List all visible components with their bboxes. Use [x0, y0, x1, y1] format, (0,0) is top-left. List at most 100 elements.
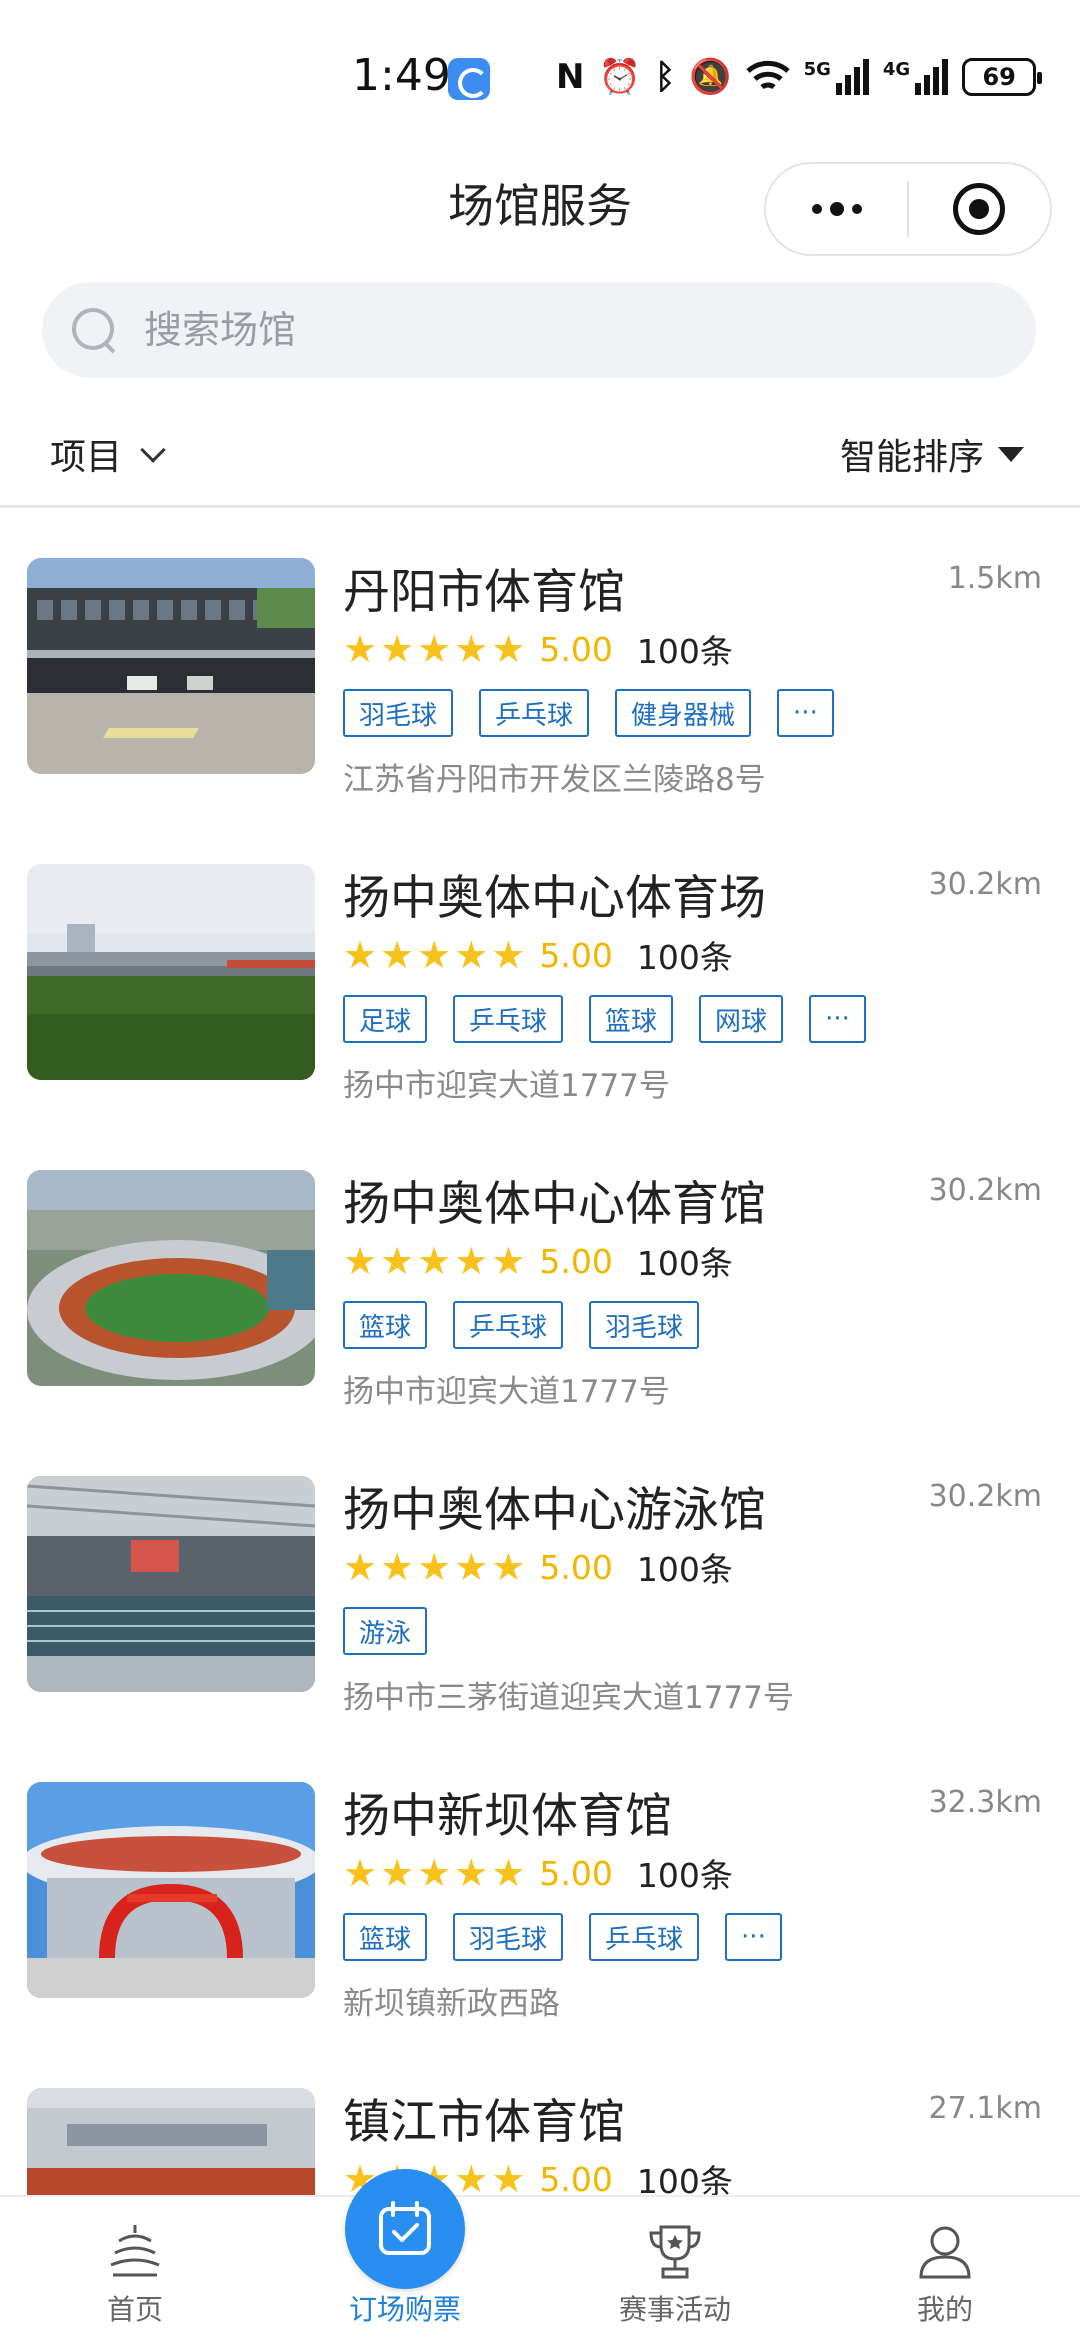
venue-card[interactable]: 镇江市体育馆 27.1km ★★★★★ 5.00 100条 [0, 2041, 1080, 2195]
venue-address: 江苏省丹阳市开发区兰陵路8号 [343, 762, 766, 798]
app-notification-icon [448, 58, 490, 100]
close-miniapp-button[interactable] [909, 164, 1050, 254]
venue-photo [27, 1782, 315, 1998]
venue-name: 扬中奥体中心体育馆 [343, 1177, 766, 1232]
venue-score: 5.00 [539, 935, 613, 975]
booking-fab[interactable] [345, 2169, 465, 2289]
star-icon: ★ [454, 933, 489, 977]
sport-tag: 乒乓球 [479, 689, 590, 737]
star-icon: ★ [454, 2157, 489, 2195]
venue-photo [27, 864, 315, 1080]
filter-bar: 项目 智能排序 [0, 408, 1080, 508]
rating-stars: ★★★★★ [343, 1242, 525, 1280]
venue-review-count: 100条 [636, 938, 733, 977]
venue-score: 5.00 [539, 2159, 613, 2196]
star-icon: ★ [454, 627, 489, 671]
rating-stars: ★★★★★ [343, 1854, 525, 1892]
rating-stars: ★★★★★ [343, 936, 525, 974]
venue-card[interactable]: 扬中奥体中心体育场 30.2km ★ ★ ★ ★ ★ 5.00 100条 足球 乒乓球 … [0, 817, 1080, 1123]
sort-dropdown[interactable]: 智能排序 [840, 428, 1024, 480]
venue-rating: ★★★★★ 5.00 100条 [343, 627, 733, 672]
tab-booking-label: 订场购票 [348, 2293, 461, 2326]
search-bar[interactable] [42, 282, 1036, 378]
project-filter-dropdown[interactable]: 项目 [50, 428, 166, 480]
more-tags-button[interactable]: ··· [777, 689, 834, 737]
sport-tag: 篮球 [343, 1301, 428, 1349]
star-icon: ★ [380, 1239, 415, 1283]
signal-5g-icon: 5G [804, 59, 869, 95]
pagoda-icon [110, 2225, 160, 2277]
venue-name: 扬中新坝体育馆 [343, 1789, 672, 1844]
sport-tag: 篮球 [589, 995, 674, 1043]
star-icon: ★ [380, 627, 415, 671]
venue-name: 扬中奥体中心体育场 [343, 871, 766, 926]
tab-booking[interactable]: 订场购票 [270, 2169, 540, 2340]
venue-score: 5.00 [539, 1547, 613, 1587]
star-icon: ★ [491, 2157, 526, 2195]
venue-address: 扬中市迎宾大道1777号 [343, 1068, 670, 1104]
sport-tag: 网球 [699, 995, 784, 1043]
star-icon: ★ [417, 1851, 452, 1895]
sport-tag: 乒乓球 [589, 1913, 700, 1961]
caret-down-icon [998, 446, 1024, 462]
tab-mine-label: 我的 [916, 2293, 973, 2326]
project-filter-label: 项目 [50, 437, 123, 478]
venue-review-count: 100条 [636, 2162, 733, 2195]
bluetooth-icon: ᛒ [654, 57, 676, 97]
bottom-tab-bar: 首页 订场购票 赛事活动 我的 [0, 2169, 1080, 2340]
tab-events[interactable]: 赛事活动 [540, 2197, 810, 2340]
venue-tags: 篮球 羽毛球 乒乓球 ··· [343, 1913, 782, 1961]
venue-card[interactable]: 扬中奥体中心游泳馆 30.2km ★ ★ ★ ★ ★ 5.00 100条 游泳 扬中市三… [0, 1429, 1080, 1735]
more-tags-button[interactable]: ··· [725, 1913, 782, 1961]
venue-distance: 30.2km [928, 1479, 1042, 1514]
star-icon: ★ [491, 933, 526, 977]
more-tags-button[interactable]: ··· [809, 995, 866, 1043]
venue-address: 扬中市迎宾大道1777号 [343, 1374, 670, 1410]
search-input[interactable] [144, 308, 964, 352]
star-icon: ★ [491, 627, 526, 671]
tab-home[interactable]: 首页 [0, 2197, 270, 2340]
user-icon [919, 2226, 971, 2279]
star-icon: ★ [417, 627, 452, 671]
star-icon: ★ [380, 933, 415, 977]
battery-level: 69 [982, 63, 1016, 91]
trophy-icon [649, 2225, 701, 2279]
venue-address: 扬中市三茅街道迎宾大道1777号 [343, 1680, 794, 1716]
venue-rating: ★★★★★ 5.00 100条 [343, 1545, 733, 1590]
star-icon: ★ [343, 933, 378, 977]
venue-tags: 篮球 乒乓球 羽毛球 [343, 1301, 700, 1349]
star-icon: ★ [380, 1851, 415, 1895]
venue-tags: 羽毛球 乒乓球 健身器械 ··· [343, 689, 834, 737]
sort-label: 智能排序 [839, 437, 984, 478]
status-time: 1:49 [352, 50, 451, 101]
signal-4g-icon: 4G [883, 59, 949, 95]
venue-card[interactable]: 丹阳市体育馆 1.5km ★ ★ ★ ★ ★ 5.00 100条 羽毛球 乒乓球 健身器… [0, 511, 1080, 817]
star-icon: ★ [343, 1851, 378, 1895]
venue-card[interactable]: 扬中奥体中心体育馆 30.2km ★ ★ ★ ★ ★ 5.00 100条 篮球 乒乓球 … [0, 1123, 1080, 1429]
venue-name: 镇江市体育馆 [343, 2095, 625, 2150]
venue-distance: 1.5km [947, 561, 1042, 596]
venue-photo [27, 1476, 315, 1692]
venue-card[interactable]: 扬中新坝体育馆 32.3km ★ ★ ★ ★ ★ 5.00 100条 篮球 羽毛球 乒乓… [0, 1735, 1080, 2041]
venue-score: 5.00 [539, 1241, 613, 1281]
more-menu-button[interactable] [766, 164, 907, 254]
tab-mine[interactable]: 我的 [810, 2197, 1080, 2340]
sport-tag: 篮球 [343, 1913, 428, 1961]
tab-home-label: 首页 [106, 2293, 163, 2326]
venue-photo [27, 1170, 315, 1386]
star-icon: ★ [343, 1545, 378, 1589]
sport-tag: 健身器械 [615, 689, 752, 737]
sport-tag: 羽毛球 [589, 1301, 700, 1349]
chevron-down-icon [140, 437, 166, 463]
alarm-icon: ⏰ [598, 57, 641, 97]
venue-score: 5.00 [539, 629, 613, 669]
venue-distance: 30.2km [928, 1173, 1042, 1208]
venue-score: 5.00 [539, 1853, 613, 1893]
nfc-icon: N [556, 57, 585, 97]
miniapp-capsule [764, 162, 1052, 256]
star-icon: ★ [454, 1239, 489, 1283]
sport-tag: 足球 [343, 995, 428, 1043]
venue-rating: ★★★★★ 5.00 100条 [343, 1853, 733, 1896]
venue-distance: 32.3km [928, 1785, 1042, 1820]
venue-tags: 游泳 [343, 1607, 428, 1655]
